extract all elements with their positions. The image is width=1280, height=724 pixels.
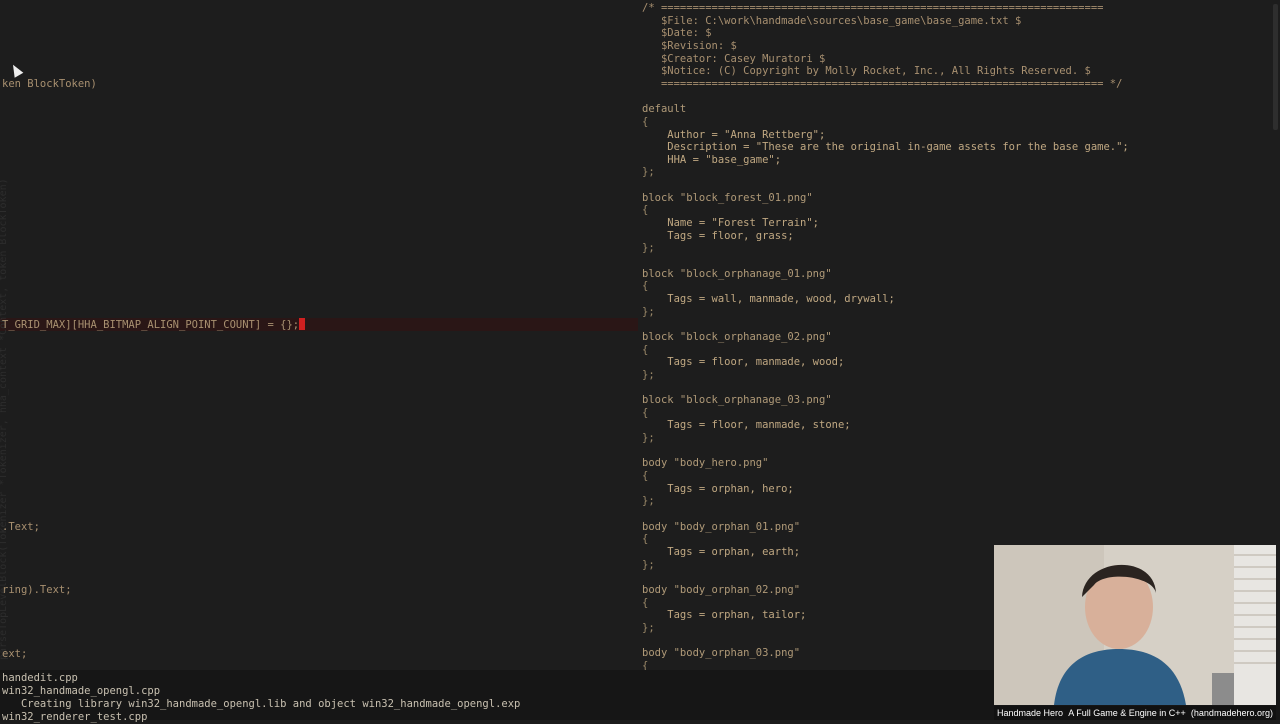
left-editor-pane[interactable]: parseTopLevelBlock(Tokenizer *Tokenizer,… bbox=[0, 0, 638, 670]
block-property[interactable]: Name = "Forest Terrain"; bbox=[642, 217, 819, 230]
block-header[interactable]: body "body_hero.png" bbox=[642, 457, 768, 470]
block-property[interactable]: Tags = orphan, hero; bbox=[642, 483, 793, 496]
mouse-pointer-icon bbox=[8, 62, 24, 78]
header-comment-line[interactable]: ========================================… bbox=[642, 78, 1122, 91]
code-line-current[interactable]: T_GRID_MAX][HHA_BITMAP_ALIGN_POINT_COUNT… bbox=[2, 318, 306, 332]
header-comment-line[interactable]: $Notice: (C) Copyright by Molly Rocket, … bbox=[642, 65, 1091, 78]
close-brace[interactable]: }; bbox=[642, 166, 655, 179]
block-property[interactable]: Tags = floor, manmade, stone; bbox=[642, 419, 850, 432]
output-line: win32_handmade_opengl.cpp bbox=[2, 685, 161, 697]
close-brace[interactable]: }; bbox=[642, 495, 655, 508]
output-line: win32_renderer_test.cpp bbox=[2, 711, 148, 723]
webcam-caption: Handmade Hero A Full Game & Engine in C+… bbox=[994, 706, 1276, 720]
block-property[interactable]: Description = "These are the original in… bbox=[642, 141, 1128, 154]
block-header[interactable]: body "body_orphan_01.png" bbox=[642, 521, 800, 534]
block-property[interactable]: Tags = wall, manmade, wood, drywall; bbox=[642, 293, 895, 306]
block-header[interactable]: body "body_orphan_03.png" bbox=[642, 647, 800, 660]
code-line[interactable]: ring).Text; bbox=[2, 584, 72, 597]
output-line: handedit.cpp bbox=[2, 672, 78, 684]
header-comment-line[interactable]: $Revision: $ bbox=[642, 40, 737, 53]
block-property[interactable]: Tags = floor, manmade, wood; bbox=[642, 356, 844, 369]
output-line: Creating library win32_handmade_opengl.l… bbox=[2, 698, 521, 710]
header-comment-line[interactable]: /* =====================================… bbox=[642, 2, 1103, 15]
webcam-overlay bbox=[994, 545, 1276, 705]
open-brace[interactable]: { bbox=[642, 280, 648, 293]
webcam-person-image bbox=[994, 545, 1276, 705]
block-header[interactable]: body "body_orphan_02.png" bbox=[642, 584, 800, 597]
block-header[interactable]: default bbox=[642, 103, 686, 116]
block-header[interactable]: block "block_orphanage_01.png" bbox=[642, 268, 832, 281]
open-brace[interactable]: { bbox=[642, 470, 648, 483]
code-line-text: T_GRID_MAX][HHA_BITMAP_ALIGN_POINT_COUNT… bbox=[2, 319, 300, 331]
close-brace[interactable]: }; bbox=[642, 622, 655, 635]
code-line[interactable]: ken BlockToken) bbox=[2, 78, 97, 91]
close-brace[interactable]: }; bbox=[642, 242, 655, 255]
caption-subtitle: A Full Game & Engine in C++ bbox=[1068, 708, 1186, 718]
caption-title: Handmade Hero bbox=[997, 708, 1064, 718]
code-line[interactable]: ext; bbox=[2, 648, 27, 661]
close-brace[interactable]: }; bbox=[642, 306, 655, 319]
caption-url: (handmadehero.org) bbox=[1190, 708, 1273, 718]
close-brace[interactable]: }; bbox=[642, 369, 655, 382]
block-property[interactable]: Tags = orphan, earth; bbox=[642, 546, 800, 559]
code-line[interactable]: .Text; bbox=[2, 521, 40, 534]
header-comment-line[interactable]: $Date: $ bbox=[642, 27, 712, 40]
block-property[interactable]: Tags = floor, grass; bbox=[642, 230, 793, 243]
open-brace[interactable]: { bbox=[642, 204, 648, 217]
scrollbar[interactable] bbox=[1273, 4, 1278, 130]
block-property[interactable]: HHA = "base_game"; bbox=[642, 154, 781, 167]
open-brace[interactable]: { bbox=[642, 660, 648, 670]
close-brace[interactable]: }; bbox=[642, 559, 655, 572]
open-brace[interactable]: { bbox=[642, 533, 648, 546]
block-property[interactable]: Tags = orphan, tailor; bbox=[642, 609, 806, 622]
open-brace[interactable]: { bbox=[642, 116, 648, 129]
ghost-text: parseTopLevelBlock(Tokenizer *Tokenizer,… bbox=[0, 178, 9, 660]
close-brace[interactable]: }; bbox=[642, 432, 655, 445]
block-header[interactable]: block "block_orphanage_02.png" bbox=[642, 331, 832, 344]
block-header[interactable]: block "block_orphanage_03.png" bbox=[642, 394, 832, 407]
block-header[interactable]: block "block_forest_01.png" bbox=[642, 192, 813, 205]
text-cursor bbox=[299, 318, 306, 330]
